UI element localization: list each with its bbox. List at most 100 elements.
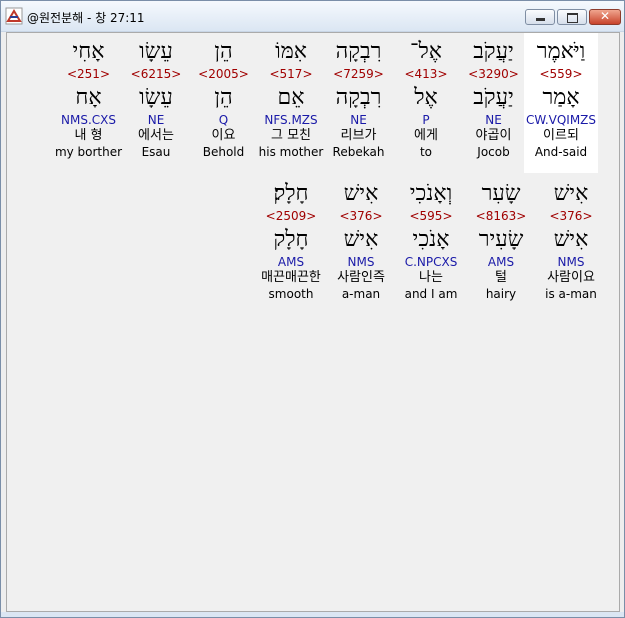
window-bottom-border bbox=[1, 612, 624, 617]
parsing-code: NE bbox=[485, 113, 502, 127]
close-icon: ✕ bbox=[599, 9, 611, 23]
lemma-word: עֵשָׂו bbox=[139, 85, 173, 110]
english-gloss: Jocob bbox=[477, 145, 510, 159]
parsing-code: NFS.MZS bbox=[264, 113, 318, 127]
strong-number: <3290> bbox=[468, 67, 519, 81]
hebrew-word: וְאָנֹכִי bbox=[409, 181, 453, 206]
close-button[interactable]: ✕ bbox=[589, 9, 621, 25]
app-icon bbox=[5, 7, 23, 25]
word-cell[interactable]: וְאָנֹכִי <595> אָנֹכִי C.NPCXS 나는 and I am bbox=[394, 175, 468, 315]
korean-gloss: 매끈매끈한 bbox=[261, 270, 321, 285]
hebrew-word: אִישׁ bbox=[553, 181, 589, 206]
word-cell[interactable]: יַעֲקֹב <3290> יַעֲקֹב NE 야곱이 Jocob bbox=[457, 33, 531, 173]
parsing-code: CW.VQIMZS bbox=[525, 113, 597, 127]
lemma-word: אָנֹכִי bbox=[412, 227, 450, 252]
title-bar[interactable]: @원전분해 - 창 27:11 ✕ bbox=[1, 1, 624, 32]
lemma-word: יַעֲקֹב bbox=[473, 85, 514, 110]
hebrew-word: אִישׁ bbox=[343, 181, 379, 206]
korean-gloss: 사람인즉 bbox=[337, 270, 385, 285]
english-gloss: is a-man bbox=[545, 287, 597, 301]
window-title: @원전분해 - 창 27:11 bbox=[27, 11, 145, 25]
lemma-word: חָלָק bbox=[273, 227, 309, 252]
english-gloss: smooth bbox=[268, 287, 314, 301]
word-cell[interactable]: עֵשָׂו <6215> עֵשָׂו NE 에서는 Esau bbox=[119, 33, 193, 173]
analysis-panel: וַיֹּאמֶר <559> אָמַר CW.VQIMZS 이르되 And-said י… bbox=[6, 32, 620, 612]
english-gloss: Rebekah bbox=[332, 145, 385, 159]
parsing-code: C.NPCXS bbox=[404, 255, 458, 269]
parsing-code: Q bbox=[218, 113, 229, 127]
word-cell[interactable]: רִבְקָה <7259> רִבְקָה NE 리브가 Rebekah bbox=[322, 33, 396, 173]
english-gloss: Behold bbox=[202, 145, 245, 159]
korean-gloss: 나는 bbox=[419, 270, 443, 285]
hebrew-word: יַעֲקֹב bbox=[473, 39, 514, 64]
word-cell[interactable]: הֵן <2005> הֵן Q 이요 Behold bbox=[187, 33, 261, 173]
lemma-word: רִבְקָה bbox=[335, 85, 382, 110]
strong-number: <2005> bbox=[198, 67, 249, 81]
korean-gloss: 리브가 bbox=[340, 128, 377, 143]
lemma-word: שָׂעִיר bbox=[478, 227, 524, 252]
english-gloss: my borther bbox=[54, 145, 123, 159]
korean-gloss: 에서는 bbox=[138, 128, 174, 143]
parsing-code: AMS bbox=[277, 255, 305, 269]
parsing-code: NE bbox=[350, 113, 367, 127]
lemma-word: אֵם bbox=[277, 85, 305, 110]
hebrew-word: חָלָק׃ bbox=[273, 181, 309, 206]
korean-gloss: 이요 bbox=[211, 128, 236, 143]
word-cell[interactable]: אָחִי <251> אָח NMS.CXS 내 형 my borther bbox=[52, 33, 126, 173]
english-gloss: hairy bbox=[485, 287, 517, 301]
hebrew-word: אִמּוֹ bbox=[275, 39, 307, 64]
strong-number: <413> bbox=[404, 67, 448, 81]
korean-gloss: 에게 bbox=[414, 128, 438, 143]
hebrew-word: עֵשָׂו bbox=[139, 39, 173, 64]
english-gloss: And-said bbox=[534, 145, 588, 159]
word-cell[interactable]: אִישׁ <376> אִישׁ NMS 사람이요 is a-man bbox=[534, 175, 608, 315]
english-gloss: to bbox=[419, 145, 433, 159]
english-gloss: Esau bbox=[141, 145, 171, 159]
strong-number: <517> bbox=[269, 67, 313, 81]
word-cell[interactable]: שָׂעִר <8163> שָׂעִיר AMS 털 hairy bbox=[464, 175, 538, 315]
lemma-word: אָח bbox=[75, 85, 102, 110]
maximize-button[interactable] bbox=[557, 9, 587, 25]
korean-gloss: 야곱이 bbox=[475, 128, 512, 143]
hebrew-word: רִבְקָה bbox=[335, 39, 382, 64]
word-cell[interactable]: אֶל־ <413> אֶל P 에게 to bbox=[389, 33, 463, 173]
lemma-word: אִישׁ bbox=[553, 227, 589, 252]
parsing-code: NE bbox=[147, 113, 165, 127]
word-cell[interactable]: אִמּוֹ <517> אֵם NFS.MZS 그 모친 his mother bbox=[254, 33, 328, 173]
english-gloss: his mother bbox=[258, 145, 324, 159]
korean-gloss: 이르되 bbox=[543, 128, 579, 143]
word-cell[interactable]: חָלָק׃ <2509> חָלָק AMS 매끈매끈한 smooth bbox=[254, 175, 328, 315]
parsing-code: NMS bbox=[347, 255, 375, 269]
parsing-code: NMS bbox=[557, 255, 585, 269]
strong-number: <7259> bbox=[333, 67, 384, 81]
strong-number: <251> bbox=[66, 67, 110, 81]
hebrew-word: שָׂעִר bbox=[481, 181, 521, 206]
hebrew-word: אָחִי bbox=[72, 39, 105, 64]
hebrew-word: הֵן bbox=[214, 39, 233, 64]
parsing-code: NMS.CXS bbox=[61, 113, 116, 127]
strong-number: <376> bbox=[549, 209, 593, 223]
lemma-word: אִישׁ bbox=[343, 227, 379, 252]
parsing-code: AMS bbox=[487, 255, 515, 269]
app-window: @원전분해 - 창 27:11 ✕ וַיֹּאמֶר <559> אָמַר CW.… bbox=[0, 0, 625, 618]
word-cell[interactable]: אִישׁ <376> אִישׁ NMS 사람인즉 a-man bbox=[324, 175, 398, 315]
lemma-word: אֶל bbox=[414, 85, 438, 110]
korean-gloss: 털 bbox=[495, 270, 507, 285]
english-gloss: a-man bbox=[341, 287, 381, 301]
lemma-word: הֵן bbox=[214, 85, 233, 110]
korean-gloss: 내 형 bbox=[74, 128, 103, 143]
hebrew-word: וַיֹּאמֶר bbox=[536, 39, 586, 64]
korean-gloss: 그 모친 bbox=[270, 128, 311, 143]
strong-number: <595> bbox=[409, 209, 453, 223]
korean-gloss: 사람이요 bbox=[547, 270, 595, 285]
strong-number: <2509> bbox=[265, 209, 317, 223]
lemma-word: אָמַר bbox=[542, 85, 580, 110]
hebrew-word: אֶל־ bbox=[410, 39, 442, 64]
strong-number: <376> bbox=[339, 209, 383, 223]
parsing-code: P bbox=[422, 113, 430, 127]
english-gloss: and I am bbox=[404, 287, 458, 301]
word-cell[interactable]: וַיֹּאמֶר <559> אָמַר CW.VQIMZS 이르되 And-said bbox=[524, 33, 598, 173]
strong-number: <559> bbox=[539, 67, 583, 81]
minimize-button[interactable] bbox=[525, 9, 555, 25]
strong-number: <6215> bbox=[130, 67, 182, 81]
